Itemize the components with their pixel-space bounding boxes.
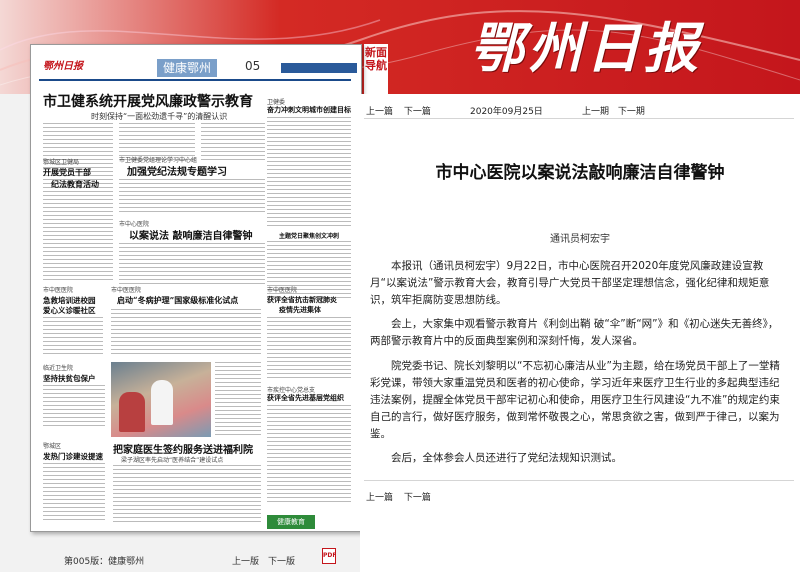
divider [364, 480, 794, 481]
paper-article-title[interactable]: 获评全省先进基层党组织 [267, 393, 344, 403]
article-nav-bottom: 上一篇 下一篇 [366, 490, 439, 503]
article-text-block [267, 405, 351, 505]
news-photo [111, 362, 211, 437]
article-byline: 通讯员柯宏宇 [550, 234, 610, 245]
prev-issue-link[interactable]: 上一期 [582, 107, 609, 117]
article-paragraph: 院党委书记、院长刘黎明以“不忘初心廉洁从业”为主题，给在场党员干部上了一堂精彩党… [370, 360, 780, 440]
paper-column-head: 市中医医院 [43, 287, 74, 294]
paper-logo: 鄂州日报 [43, 61, 83, 72]
prev-article-link[interactable]: 上一篇 [366, 107, 393, 117]
photo-figure [119, 392, 145, 432]
issue-nav: 上一期 下一期 [582, 104, 651, 117]
next-article-link[interactable]: 下一篇 [404, 493, 431, 503]
article-text-block [201, 123, 265, 163]
paper-page-label: 第005版：健康鄂州 [64, 557, 145, 567]
article-paragraph: 会后，全体参会人员还进行了党纪法规知识测试。 [391, 452, 622, 464]
paper-article-title-current[interactable]: 以案说法 敲响廉洁自律警钟 [129, 227, 252, 242]
paper-article-title[interactable]: 纪法教育活动 [51, 179, 99, 190]
health-education-badge: 健康教育 [267, 515, 315, 529]
article-paragraph: 本报讯（通讯员柯宏宇）9月22日，市中心医院召开2020年度党风廉政建设宣教月“… [370, 260, 770, 306]
prev-article-link[interactable]: 上一篇 [366, 493, 393, 503]
article-text-block [43, 191, 113, 283]
paper-article-title[interactable]: 奋力冲刺文明城市创建目标 [267, 105, 351, 115]
paper-article-title[interactable]: 疫情先进集体 [279, 305, 321, 315]
article-text-block [267, 117, 351, 227]
article-panel: 上一篇 下一篇 2020年09月25日 上一期 下一期 市中心医院以案说法敲响廉… [360, 94, 800, 572]
article-text-block [119, 243, 265, 285]
paper-column-head: 鄂城区 [43, 443, 62, 450]
article-text-block [43, 463, 105, 523]
paper-article-title[interactable]: 启动“冬病护理”国家级标准化试点 [117, 295, 238, 306]
next-issue-link[interactable]: 下一期 [618, 107, 645, 117]
paper-article-title[interactable]: 开展党员干部 [43, 167, 91, 178]
paper-header-strip [281, 63, 357, 73]
next-page-link[interactable]: 下一版 [268, 554, 295, 567]
newspaper-page-thumbnail[interactable]: 鄂州日报 健康鄂州 05 市卫健系统开展党风廉政警示教育 时刻保持“一面松劲遗千… [30, 44, 362, 532]
paper-column-head: 市中医医院 [267, 287, 298, 294]
paper-article-subtitle: 梁子湖区率先启动“医养结合”建设试点 [121, 457, 224, 464]
article-text-block [119, 179, 265, 215]
issue-date: 2020年09月25日 [470, 107, 543, 117]
divider [364, 118, 794, 119]
article-title: 市中心医院以案说法敲响廉洁自律警钟 [435, 163, 725, 183]
article-paragraph: 会上，大家集中观看警示教育片《利剑出鞘 破“伞”断“网”》和《初心迷失无善终》，… [370, 318, 779, 347]
article-text-block [43, 317, 103, 357]
paper-article-title[interactable]: 获评全省抗击新冠肺炎 [267, 295, 337, 305]
next-article-link[interactable]: 下一篇 [404, 107, 431, 117]
article-text-block [113, 465, 261, 523]
paper-section-label: 健康鄂州 [157, 59, 218, 77]
article-text-block [267, 317, 351, 379]
paper-column-head: 临近卫生院 [43, 365, 74, 372]
paper-article-title[interactable]: 加强党纪法规专题学习 [127, 163, 227, 178]
article-text-block [111, 309, 261, 357]
photo-figure [151, 380, 173, 425]
layout-nav-badge[interactable]: 新面导航 [364, 44, 388, 94]
prev-page-link[interactable]: 上一版 [232, 554, 259, 567]
paper-article-title[interactable]: 把家庭医生签约服务送进福利院 [113, 441, 253, 456]
paper-article-title[interactable]: 爱心义诊暖社区 [43, 305, 96, 316]
paper-column-head: 市中医医院 [111, 287, 142, 294]
article-text-block [215, 362, 261, 437]
paper-main-subheadline: 时刻保持“一面松劲遗千寻”的清醒认识 [91, 112, 228, 121]
paper-article-title[interactable]: 主题党日聚焦创文冲刺 [279, 231, 339, 240]
paper-article-title[interactable]: 坚持扶贫包保户 [43, 373, 96, 384]
paper-page-number: 05 [245, 59, 261, 73]
paper-header: 鄂州日报 健康鄂州 05 [39, 53, 357, 81]
masthead-title: 鄂州日报 [470, 16, 702, 80]
pdf-download-icon[interactable]: PDF [322, 548, 336, 564]
article-nav-top: 上一篇 下一篇 [366, 104, 439, 117]
paper-article-title[interactable]: 发热门诊建设提速 [43, 451, 103, 462]
paper-main-headline[interactable]: 市卫健系统开展党风廉政警示教育 [43, 91, 253, 111]
article-text-block [43, 385, 105, 429]
paper-column-head: 鄂城区卫健局 [43, 159, 80, 166]
